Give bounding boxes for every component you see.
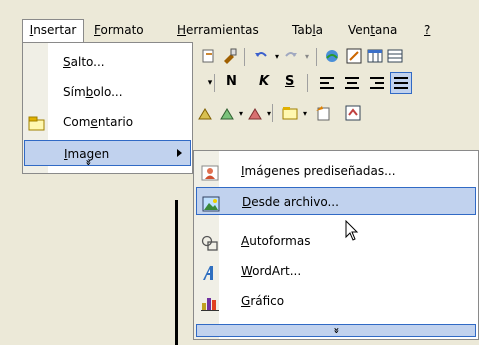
- submenu-item-desde-archivo[interactable]: Desde archivo...: [196, 187, 476, 215]
- justify-icon[interactable]: [390, 72, 412, 94]
- toolbar-separator: [307, 74, 308, 92]
- autoshapes-icon: [201, 233, 219, 251]
- align-left-icon[interactable]: [318, 74, 336, 92]
- tables-borders-icon[interactable]: [345, 47, 363, 65]
- imagen-submenu: Imágenes prediseñadas... Desde archivo..…: [193, 150, 479, 340]
- chart-icon: [201, 293, 219, 311]
- menu-tabla[interactable]: Tabla: [292, 20, 323, 40]
- track-changes-icon[interactable]: [314, 104, 332, 122]
- menu-item-label: Salto...: [63, 55, 105, 69]
- redo-dropdown-icon[interactable]: ▾: [298, 47, 316, 65]
- menu-formato[interactable]: Formato: [94, 20, 144, 40]
- italic-button[interactable]: K: [259, 74, 269, 89]
- document-page-edge: [175, 200, 178, 345]
- picture-from-file-icon: [202, 194, 220, 212]
- toolbar-separator: [214, 74, 215, 92]
- menu-item-label: Comentario: [63, 115, 134, 129]
- submenu-item-label: WordArt...: [241, 264, 302, 278]
- menu-bar: Insertar Formato Herramientas Tabla Vent…: [0, 0, 479, 44]
- insertar-menu: Salto... Símbolo... Comentario Imagen »: [22, 42, 193, 174]
- menu-item-simbolo[interactable]: Símbolo...: [23, 79, 192, 105]
- menu-insertar[interactable]: Insertar: [22, 19, 84, 43]
- font-size-dropdown-icon[interactable]: ▾: [201, 74, 219, 92]
- submenu-item-label: Imágenes prediseñadas...: [241, 164, 396, 178]
- expand-menu-icon[interactable]: »: [83, 159, 94, 165]
- comment-icon: [28, 114, 45, 131]
- insert-table-icon[interactable]: [366, 47, 384, 65]
- clipart-icon: [201, 163, 219, 181]
- align-center-icon[interactable]: [343, 74, 361, 92]
- submenu-item-grafico[interactable]: Gráfico: [194, 287, 478, 315]
- submenu-item-label: Autoformas: [241, 234, 311, 248]
- insert-excel-icon[interactable]: [386, 47, 404, 65]
- menu-item-salto[interactable]: Salto...: [23, 49, 192, 75]
- expand-menu-icon: »: [330, 327, 342, 334]
- dropdown-icon[interactable]: ▾: [260, 104, 278, 122]
- submenu-item-wordart[interactable]: WordArt...: [194, 257, 478, 285]
- menu-ventana[interactable]: Ventana: [348, 20, 397, 40]
- menu-item-label: Símbolo...: [63, 85, 123, 99]
- bold-button[interactable]: N: [226, 74, 237, 89]
- hyperlink-icon[interactable]: [323, 47, 341, 65]
- toolbar-separator: [272, 104, 273, 122]
- dropdown-icon[interactable]: ▾: [296, 104, 314, 122]
- wordart-icon: [201, 263, 219, 280]
- submenu-expand-button[interactable]: »: [196, 324, 476, 337]
- toolbar-separator: [244, 48, 245, 66]
- reviewing-pane-icon[interactable]: [344, 104, 362, 122]
- paste-format-icon[interactable]: [196, 104, 214, 122]
- submenu-item-imagenes-predisenadas[interactable]: Imágenes prediseñadas...: [194, 157, 478, 185]
- menu-help[interactable]: ?: [424, 20, 430, 40]
- menu-herramientas[interactable]: Herramientas: [177, 20, 259, 40]
- mouse-pointer-icon: [345, 219, 359, 245]
- toolbar-separator: [316, 48, 317, 66]
- underline-button[interactable]: S: [285, 74, 294, 89]
- submenu-item-autoformas[interactable]: Autoformas: [194, 227, 478, 255]
- submenu-arrow-icon: [177, 149, 182, 157]
- submenu-item-label: Gráfico: [241, 294, 285, 308]
- copy-format-icon[interactable]: [200, 47, 218, 65]
- menu-item-imagen[interactable]: Imagen: [24, 140, 191, 166]
- align-right-icon[interactable]: [368, 74, 386, 92]
- format-painter-icon[interactable]: [220, 47, 238, 65]
- menu-item-comentario[interactable]: Comentario: [23, 109, 192, 135]
- submenu-item-label: Desde archivo...: [242, 195, 339, 209]
